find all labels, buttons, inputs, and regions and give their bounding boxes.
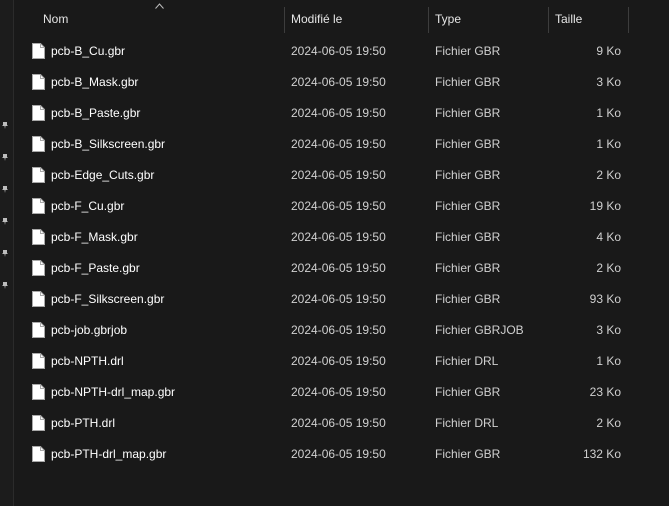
file-icon [32, 446, 45, 462]
file-modified: 2024-06-05 19:50 [291, 261, 386, 275]
file-row[interactable]: pcb-F_Paste.gbr 2024-06-05 19:50 Fichier… [14, 253, 669, 284]
file-icon [32, 105, 45, 121]
file-icon [32, 415, 45, 431]
file-icon [32, 198, 45, 214]
file-modified: 2024-06-05 19:50 [291, 230, 386, 244]
file-name[interactable]: pcb-F_Silkscreen.gbr [51, 284, 164, 315]
file-size: 19 Ko [589, 199, 621, 213]
file-row[interactable]: pcb-job.gbrjob 2024-06-05 19:50 Fichier … [14, 315, 669, 346]
file-type: Fichier GBR [435, 75, 501, 89]
file-size: 23 Ko [589, 385, 621, 399]
file-row[interactable]: pcb-F_Silkscreen.gbr 2024-06-05 19:50 Fi… [14, 284, 669, 315]
file-name[interactable]: pcb-F_Mask.gbr [51, 222, 138, 253]
pin-icon[interactable] [1, 185, 9, 193]
file-icon [32, 384, 45, 400]
file-type: Fichier GBR [435, 199, 501, 213]
file-row[interactable]: pcb-NPTH-drl_map.gbr 2024-06-05 19:50 Fi… [14, 377, 669, 408]
file-icon [32, 353, 45, 369]
file-row[interactable]: pcb-B_Paste.gbr 2024-06-05 19:50 Fichier… [14, 98, 669, 129]
file-row[interactable]: pcb-PTH.drl 2024-06-05 19:50 Fichier DRL… [14, 408, 669, 439]
file-modified: 2024-06-05 19:50 [291, 292, 386, 306]
file-size: 4 Ko [596, 230, 621, 244]
file-type: Fichier GBR [435, 168, 501, 182]
file-name[interactable]: pcb-B_Paste.gbr [51, 98, 140, 129]
file-modified: 2024-06-05 19:50 [291, 385, 386, 399]
file-type: Fichier GBR [435, 44, 501, 58]
file-type: Fichier GBR [435, 292, 501, 306]
pin-icon[interactable] [1, 217, 9, 225]
file-type: Fichier DRL [435, 354, 499, 368]
file-modified: 2024-06-05 19:50 [291, 323, 386, 337]
file-modified: 2024-06-05 19:50 [291, 354, 386, 368]
file-type: Fichier GBR [435, 230, 501, 244]
file-type: Fichier GBR [435, 447, 501, 461]
navigation-pane-edge[interactable] [0, 0, 14, 506]
file-icon [32, 291, 45, 307]
file-size: 9 Ko [596, 44, 621, 58]
file-modified: 2024-06-05 19:50 [291, 168, 386, 182]
file-icon [32, 260, 45, 276]
file-icon [32, 74, 45, 90]
file-row[interactable]: pcb-B_Mask.gbr 2024-06-05 19:50 Fichier … [14, 67, 669, 98]
column-divider[interactable] [628, 7, 629, 33]
file-row[interactable]: pcb-B_Cu.gbr 2024-06-05 19:50 Fichier GB… [14, 36, 669, 67]
file-explorer-window: Nom Modifié le Type Taille pcb-B_Cu.gbr … [0, 0, 669, 506]
file-name[interactable]: pcb-NPTH.drl [51, 346, 124, 377]
file-modified: 2024-06-05 19:50 [291, 416, 386, 430]
file-size: 2 Ko [596, 168, 621, 182]
file-type: Fichier GBR [435, 261, 501, 275]
file-size: 1 Ko [596, 137, 621, 151]
file-row[interactable]: pcb-PTH-drl_map.gbr 2024-06-05 19:50 Fic… [14, 439, 669, 470]
file-name[interactable]: pcb-B_Cu.gbr [51, 36, 125, 67]
file-name[interactable]: pcb-NPTH-drl_map.gbr [51, 377, 175, 408]
file-type: Fichier DRL [435, 416, 499, 430]
pin-icon[interactable] [1, 281, 9, 289]
file-size: 1 Ko [596, 106, 621, 120]
file-name[interactable]: pcb-PTH.drl [51, 408, 115, 439]
file-icon [32, 322, 45, 338]
file-size: 3 Ko [596, 75, 621, 89]
pin-icon[interactable] [1, 121, 9, 129]
file-type: Fichier GBR [435, 137, 501, 151]
file-icon [32, 136, 45, 152]
file-modified: 2024-06-05 19:50 [291, 447, 386, 461]
file-icon [32, 167, 45, 183]
file-row[interactable]: pcb-Edge_Cuts.gbr 2024-06-05 19:50 Fichi… [14, 160, 669, 191]
file-size: 132 Ko [582, 447, 621, 461]
pin-icon[interactable] [1, 249, 9, 257]
file-name[interactable]: pcb-F_Cu.gbr [51, 191, 124, 222]
file-icon [32, 229, 45, 245]
file-size: 1 Ko [596, 354, 621, 368]
file-row[interactable]: pcb-B_Silkscreen.gbr 2024-06-05 19:50 Fi… [14, 129, 669, 160]
file-name[interactable]: pcb-B_Mask.gbr [51, 67, 138, 98]
file-modified: 2024-06-05 19:50 [291, 75, 386, 89]
file-row[interactable]: pcb-F_Cu.gbr 2024-06-05 19:50 Fichier GB… [14, 191, 669, 222]
file-modified: 2024-06-05 19:50 [291, 137, 386, 151]
file-name[interactable]: pcb-PTH-drl_map.gbr [51, 439, 166, 470]
file-type: Fichier GBRJOB [435, 323, 524, 337]
file-type: Fichier GBR [435, 106, 501, 120]
column-header-type[interactable]: Type [428, 7, 548, 33]
file-name[interactable]: pcb-F_Paste.gbr [51, 253, 140, 284]
file-name[interactable]: pcb-Edge_Cuts.gbr [51, 160, 154, 191]
column-header-bar: Nom Modifié le Type Taille [14, 0, 669, 33]
file-size: 93 Ko [589, 292, 621, 306]
file-size: 2 Ko [596, 261, 621, 275]
file-size: 2 Ko [596, 416, 621, 430]
file-row[interactable]: pcb-F_Mask.gbr 2024-06-05 19:50 Fichier … [14, 222, 669, 253]
pin-icon[interactable] [1, 153, 9, 161]
file-row[interactable]: pcb-NPTH.drl 2024-06-05 19:50 Fichier DR… [14, 346, 669, 377]
file-modified: 2024-06-05 19:50 [291, 44, 386, 58]
file-type: Fichier GBR [435, 385, 501, 399]
column-header-modified[interactable]: Modifié le [284, 7, 428, 33]
file-size: 3 Ko [596, 323, 621, 337]
file-icon [32, 43, 45, 59]
file-name[interactable]: pcb-job.gbrjob [51, 315, 127, 346]
column-header-size[interactable]: Taille [548, 7, 628, 33]
file-name[interactable]: pcb-B_Silkscreen.gbr [51, 129, 165, 160]
file-modified: 2024-06-05 19:50 [291, 199, 386, 213]
column-header-name[interactable]: Nom [36, 7, 284, 33]
file-modified: 2024-06-05 19:50 [291, 106, 386, 120]
